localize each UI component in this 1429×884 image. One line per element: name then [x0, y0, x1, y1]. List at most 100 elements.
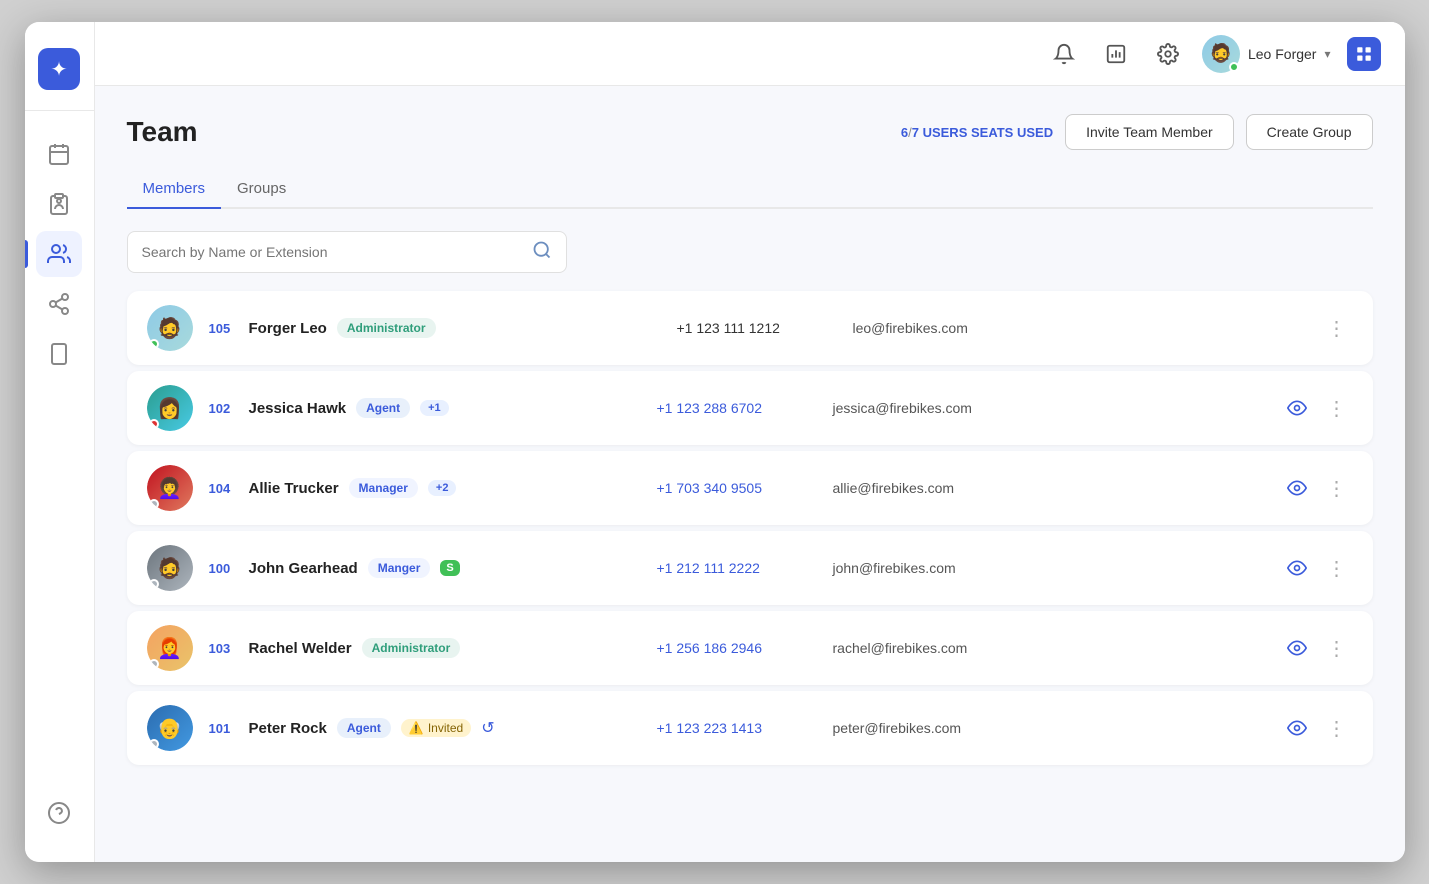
avatar: 👩: [147, 385, 193, 431]
role-badge: Agent: [356, 398, 410, 418]
avatar: 👴: [147, 705, 193, 751]
sidebar-item-phone[interactable]: [36, 131, 82, 177]
member-ext: 102: [209, 401, 239, 416]
member-email: allie@firebikes.com: [833, 480, 1265, 496]
more-options-icon[interactable]: ⋮: [1321, 392, 1353, 425]
search-input[interactable]: [142, 244, 524, 260]
member-info: 105 Forger Leo Administrator: [209, 318, 661, 338]
seats-used: 6: [901, 125, 908, 140]
member-email: jessica@firebikes.com: [833, 400, 1265, 416]
member-info: 100 John Gearhead Manger S: [209, 558, 641, 578]
member-ext: 100: [209, 561, 239, 576]
status-dot: [149, 739, 159, 749]
status-dot: [149, 579, 159, 589]
settings-icon[interactable]: [1150, 36, 1186, 72]
member-name: Allie Trucker: [249, 480, 339, 497]
table-row: 👩‍🦰 103 Rachel Welder Administrator +1 2…: [127, 611, 1373, 685]
member-name: Forger Leo: [249, 320, 327, 337]
user-menu[interactable]: 🧔 Leo Forger ▾: [1202, 35, 1331, 73]
sidebar-bottom: [36, 780, 82, 846]
role-badge: Administrator: [362, 638, 461, 658]
sidebar-item-integrations[interactable]: [36, 281, 82, 327]
main-content: 🧔 Leo Forger ▾ Team 6/7 USERS SEATS USED…: [95, 22, 1405, 862]
tab-groups[interactable]: Groups: [221, 170, 302, 209]
view-icon[interactable]: [1281, 632, 1313, 664]
app-grid-icon[interactable]: [1347, 37, 1381, 71]
page-title: Team: [127, 116, 198, 148]
sidebar-logo: ✦: [25, 38, 94, 111]
more-options-icon[interactable]: ⋮: [1321, 712, 1353, 745]
analytics-icon[interactable]: [1098, 36, 1134, 72]
member-email: john@firebikes.com: [833, 560, 1265, 576]
table-row: 👩 102 Jessica Hawk Agent +1 +1 123 288 6…: [127, 371, 1373, 445]
member-phone: +1 703 340 9505: [657, 480, 817, 496]
avatar: 🧔: [147, 305, 193, 351]
member-info: 103 Rachel Welder Administrator: [209, 638, 641, 658]
member-email: rachel@firebikes.com: [833, 640, 1265, 656]
member-name: Rachel Welder: [249, 640, 352, 657]
view-icon[interactable]: [1281, 392, 1313, 424]
member-actions: ⋮: [1281, 712, 1353, 745]
more-options-icon[interactable]: ⋮: [1321, 312, 1353, 345]
refresh-icon[interactable]: ↺: [481, 718, 494, 738]
page-title-actions: 6/7 USERS SEATS USED Invite Team Member …: [901, 114, 1373, 150]
user-chevron-icon: ▾: [1324, 47, 1330, 61]
member-ext: 103: [209, 641, 239, 656]
create-group-button[interactable]: Create Group: [1246, 114, 1373, 150]
member-actions: ⋮: [1321, 312, 1353, 345]
view-icon[interactable]: [1281, 552, 1313, 584]
brand-logo: ✦: [38, 48, 80, 90]
status-dot: [149, 419, 159, 429]
avatar: 👩‍🦱: [147, 465, 193, 511]
role-badge: Manager: [349, 478, 418, 498]
member-phone: +1 123 288 6702: [657, 400, 817, 416]
search-icon[interactable]: [532, 240, 552, 265]
seats-label: USERS SEATS USED: [923, 125, 1054, 140]
member-actions: ⋮: [1281, 552, 1353, 585]
role-badge: Manger: [368, 558, 431, 578]
member-ext: 105: [209, 321, 239, 336]
notifications-icon[interactable]: [1046, 36, 1082, 72]
member-info: 104 Allie Trucker Manager +2: [209, 478, 641, 498]
more-options-icon[interactable]: ⋮: [1321, 552, 1353, 585]
member-info: 102 Jessica Hawk Agent +1: [209, 398, 641, 418]
special-badge: S: [440, 560, 459, 576]
member-ext: 104: [209, 481, 239, 496]
sidebar-item-help[interactable]: [36, 790, 82, 836]
member-email: peter@firebikes.com: [833, 720, 1265, 736]
avatar: 🧔: [147, 545, 193, 591]
member-name: Jessica Hawk: [249, 400, 347, 417]
view-icon[interactable]: [1281, 712, 1313, 744]
invited-badge: ⚠️ Invited: [401, 719, 471, 737]
avatar: 👩‍🦰: [147, 625, 193, 671]
sidebar-item-team[interactable]: [36, 231, 82, 277]
table-row: 🧔 100 John Gearhead Manger S +1 212 111 …: [127, 531, 1373, 605]
member-email: leo@firebikes.com: [853, 320, 1305, 336]
sidebar-item-numbers[interactable]: [36, 331, 82, 377]
members-list: 🧔 105 Forger Leo Administrator +1 123 11…: [127, 291, 1373, 765]
member-phone: +1 123 223 1413: [657, 720, 817, 736]
top-header: 🧔 Leo Forger ▾: [95, 22, 1405, 86]
member-phone: +1 256 186 2946: [657, 640, 817, 656]
seats-info: 6/7 USERS SEATS USED: [901, 125, 1053, 140]
member-phone: +1 212 111 2222: [657, 560, 817, 576]
table-row: 👴 101 Peter Rock Agent ⚠️ Invited ↺ +1 1…: [127, 691, 1373, 765]
member-ext: 101: [209, 721, 239, 736]
table-row: 👩‍🦱 104 Allie Trucker Manager +2 +1 703 …: [127, 451, 1373, 525]
view-icon[interactable]: [1281, 472, 1313, 504]
invited-label: Invited: [428, 721, 463, 735]
table-row: 🧔 105 Forger Leo Administrator +1 123 11…: [127, 291, 1373, 365]
page-body: Team 6/7 USERS SEATS USED Invite Team Me…: [95, 86, 1405, 862]
more-options-icon[interactable]: ⋮: [1321, 632, 1353, 665]
status-dot: [149, 499, 159, 509]
member-actions: ⋮: [1281, 632, 1353, 665]
role-badge: Administrator: [337, 318, 436, 338]
sidebar-nav: [36, 121, 82, 780]
sidebar-item-contacts[interactable]: [36, 181, 82, 227]
more-options-icon[interactable]: ⋮: [1321, 472, 1353, 505]
invite-team-member-button[interactable]: Invite Team Member: [1065, 114, 1234, 150]
tab-members[interactable]: Members: [127, 170, 222, 209]
member-actions: ⋮: [1281, 392, 1353, 425]
member-actions: ⋮: [1281, 472, 1353, 505]
user-avatar-wrapper: 🧔: [1202, 35, 1240, 73]
